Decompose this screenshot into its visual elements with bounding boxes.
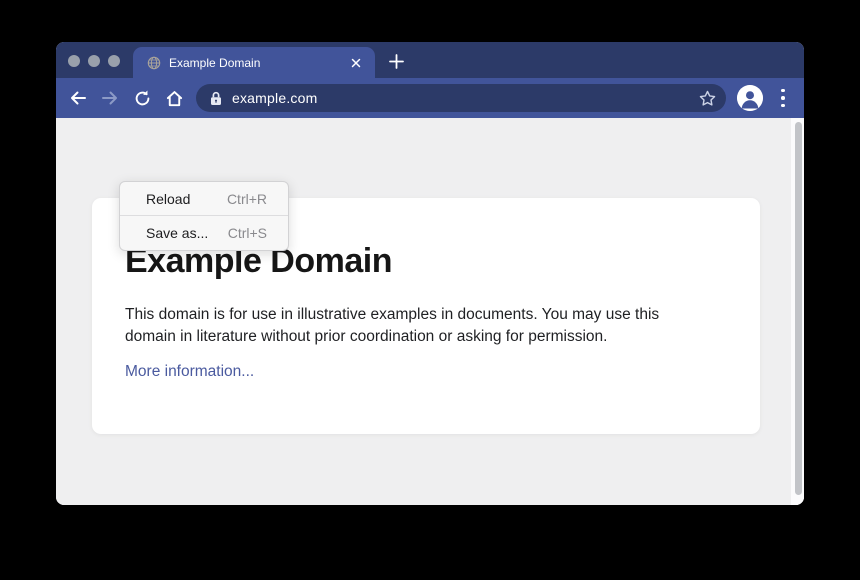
page-viewport: Example Domain This domain is for use in…	[56, 118, 804, 505]
tab-close-icon[interactable]	[347, 54, 365, 72]
paragraph-line-2: domain in literature without prior coord…	[125, 326, 720, 348]
titlebar: Example Domain	[56, 42, 804, 78]
globe-favicon-icon	[147, 56, 161, 70]
paragraph-line-1: This domain is for use in illustrative e…	[125, 304, 720, 326]
window-zoom-button[interactable]	[108, 55, 120, 67]
screenshot-stage: Example Domain	[0, 0, 860, 580]
url-text: example.com	[232, 90, 696, 106]
scrollbar-thumb[interactable]	[795, 122, 802, 495]
address-bar[interactable]: example.com	[196, 84, 726, 112]
browser-window: Example Domain	[56, 42, 804, 505]
bookmark-star-icon[interactable]	[696, 87, 718, 109]
menu-item-label: Reload	[146, 191, 190, 207]
more-information-link[interactable]: More information...	[125, 363, 254, 381]
context-menu-item-save-as[interactable]: Save as... Ctrl+S	[120, 216, 288, 250]
home-icon[interactable]	[164, 88, 184, 108]
profile-avatar-icon[interactable]	[737, 85, 763, 111]
context-menu: Reload Ctrl+R Save as... Ctrl+S	[119, 181, 289, 251]
reload-icon[interactable]	[132, 88, 152, 108]
scrollbar-track	[791, 118, 804, 505]
forward-arrow-icon[interactable]	[100, 88, 120, 108]
lock-icon	[210, 91, 222, 106]
tab-example-domain[interactable]: Example Domain	[133, 47, 375, 78]
back-arrow-icon[interactable]	[68, 88, 88, 108]
tab-title: Example Domain	[169, 56, 347, 70]
menu-item-label: Save as...	[146, 225, 208, 241]
overflow-menu-dots-icon[interactable]	[776, 88, 790, 108]
toolbar: example.com	[56, 78, 804, 118]
menu-item-shortcut: Ctrl+S	[228, 225, 267, 241]
window-minimize-button[interactable]	[88, 55, 100, 67]
context-menu-item-reload[interactable]: Reload Ctrl+R	[120, 182, 288, 216]
page-paragraph: This domain is for use in illustrative e…	[125, 304, 720, 348]
new-tab-plus-icon[interactable]	[388, 53, 404, 69]
window-close-button[interactable]	[68, 55, 80, 67]
menu-item-shortcut: Ctrl+R	[227, 191, 267, 207]
